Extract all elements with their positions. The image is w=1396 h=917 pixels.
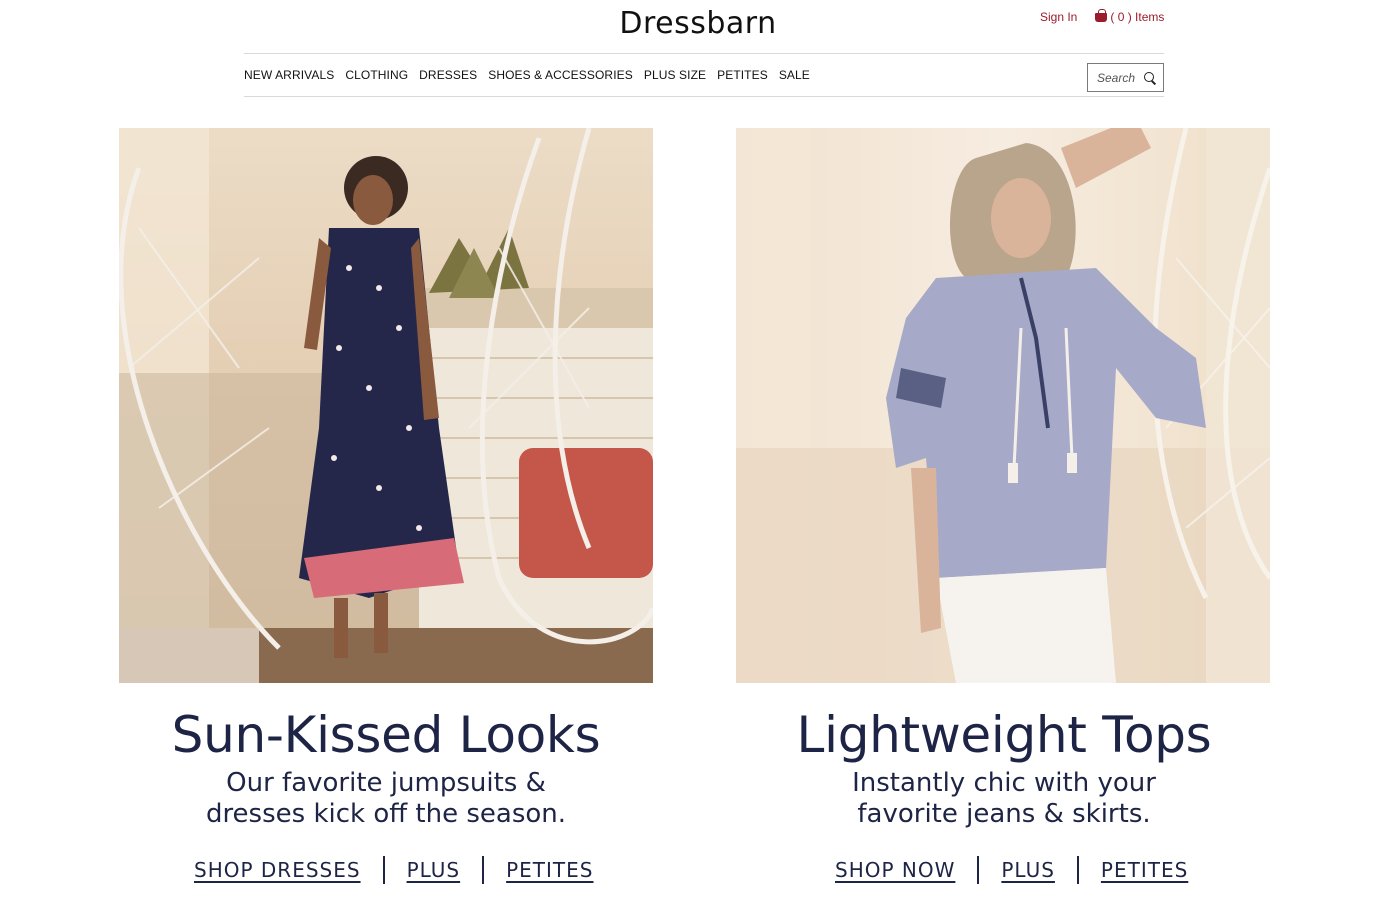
promo-headline: Sun-Kissed Looks — [171, 706, 601, 764]
header-divider-top — [244, 53, 1164, 54]
link-divider — [1076, 856, 1079, 884]
hero-image-lightweight-tops[interactable] — [736, 128, 1270, 683]
search-icon[interactable] — [1144, 71, 1156, 84]
header-divider-bottom — [244, 96, 1164, 97]
promo-links-sun-kissed: SHOP DRESSES PLUS PETITES — [194, 856, 593, 884]
hero-image-sun-kissed[interactable] — [119, 128, 653, 683]
nav-item-clothing[interactable]: CLOTHING — [345, 68, 408, 82]
nav-item-new-arrivals[interactable]: NEW ARRIVALS — [244, 68, 334, 82]
link-divider — [977, 856, 980, 884]
cart-count-label: ( 0 ) Items — [1110, 10, 1165, 24]
cart-link[interactable]: ( 0 ) Items — [1095, 8, 1165, 24]
nav-item-dresses[interactable]: DRESSES — [419, 68, 477, 82]
promo-subheading-line: Our favorite jumpsuits & — [226, 768, 546, 798]
promo-subheading-line: Instantly chic with your — [852, 768, 1156, 798]
search-box — [1087, 63, 1164, 92]
shop-now-link[interactable]: SHOP NOW — [835, 858, 955, 882]
main-nav: NEW ARRIVALS CLOTHING DRESSES SHOES & AC… — [244, 68, 810, 82]
nav-item-sale[interactable]: SALE — [779, 68, 810, 82]
shop-petites-dresses-link[interactable]: PETITES — [506, 858, 593, 882]
utility-bar: Sign In ( 0 ) Items — [1040, 8, 1165, 24]
search-input[interactable] — [1097, 70, 1143, 85]
beach-deck-dress-photo — [119, 128, 653, 683]
sign-in-link[interactable]: Sign In — [1040, 10, 1077, 24]
shop-plus-tops-link[interactable]: PLUS — [1001, 858, 1055, 882]
promo-sun-kissed: Sun-Kissed Looks Our favorite jumpsuits … — [119, 704, 653, 830]
nav-item-shoes-accessories[interactable]: SHOES & ACCESSORIES — [488, 68, 633, 82]
promo-subheading-line: favorite jeans & skirts. — [857, 799, 1151, 829]
shop-petites-tops-link[interactable]: PETITES — [1101, 858, 1188, 882]
shop-plus-dresses-link[interactable]: PLUS — [407, 858, 461, 882]
shopping-bag-icon — [1095, 8, 1108, 22]
nav-item-plus-size[interactable]: PLUS SIZE — [644, 68, 706, 82]
shop-dresses-link[interactable]: SHOP DRESSES — [194, 858, 361, 882]
promo-subheading: Instantly chic with your favorite jeans … — [737, 768, 1271, 830]
promo-headline: Lightweight Tops — [796, 706, 1212, 764]
promo-lightweight-tops: Lightweight Tops Instantly chic with you… — [737, 704, 1271, 830]
link-divider — [482, 856, 485, 884]
woman-blouse-photo — [736, 128, 1270, 683]
brand-logo[interactable]: Dressbarn — [0, 6, 1396, 41]
nav-item-petites[interactable]: PETITES — [717, 68, 768, 82]
link-divider — [382, 856, 385, 884]
promo-links-lightweight-tops: SHOP NOW PLUS PETITES — [835, 856, 1188, 884]
promo-subheading: Our favorite jumpsuits & dresses kick of… — [119, 768, 653, 830]
promo-subheading-line: dresses kick off the season. — [205, 799, 567, 829]
